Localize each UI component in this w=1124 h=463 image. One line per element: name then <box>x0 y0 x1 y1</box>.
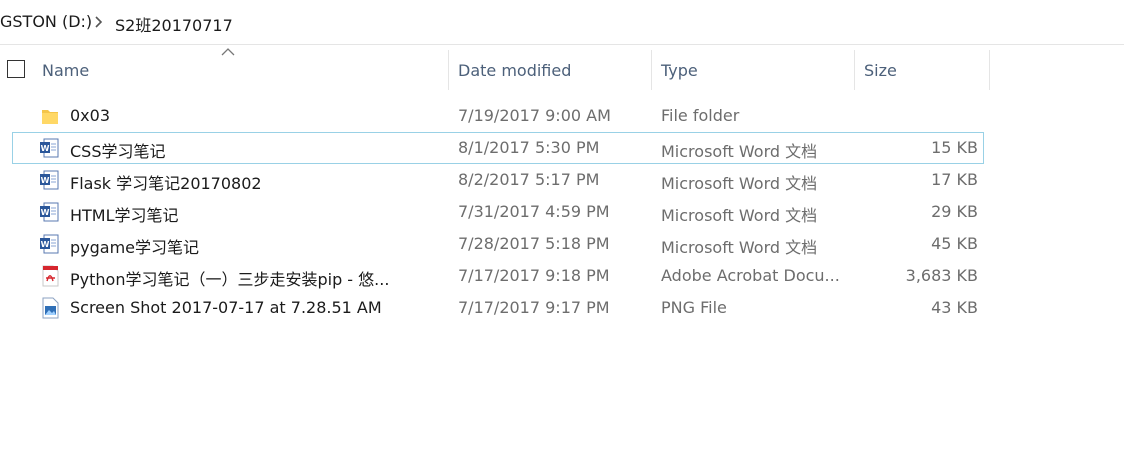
column-date-modified[interactable]: Date modified <box>449 46 651 90</box>
file-name: CSS学习笔记 <box>70 142 166 161</box>
chevron-right-icon[interactable] <box>92 14 106 30</box>
select-all-checkbox[interactable] <box>7 60 25 78</box>
file-row-selected[interactable]: W CSS学习笔记 8/1/2017 5:30 PM Microsoft Wor… <box>12 132 984 164</box>
folder-icon <box>42 110 58 124</box>
svg-text:W: W <box>41 208 50 217</box>
column-type[interactable]: Type <box>652 46 854 90</box>
file-type: Adobe Acrobat Docu... <box>661 266 840 285</box>
file-size: 45 KB <box>931 234 978 253</box>
svg-text:W: W <box>41 144 50 153</box>
word-doc-icon: W <box>40 170 59 190</box>
file-size: 17 KB <box>931 170 978 189</box>
word-doc-icon: W <box>40 202 59 222</box>
word-doc-icon: W <box>40 234 59 254</box>
file-row[interactable]: Screen Shot 2017-07-17 at 7.28.51 AM 7/1… <box>12 292 984 324</box>
file-date: 7/19/2017 9:00 AM <box>458 106 611 125</box>
column-size-label: Size <box>864 61 897 80</box>
file-type: PNG File <box>661 298 727 317</box>
column-type-label: Type <box>661 61 698 80</box>
file-name: pygame学习笔记 <box>70 238 200 257</box>
file-date: 7/17/2017 9:18 PM <box>458 266 610 285</box>
pdf-icon <box>42 265 59 287</box>
file-type: Microsoft Word 文档 <box>661 206 818 225</box>
file-row[interactable]: W Flask 学习笔记20170802 8/2/2017 5:17 PM Mi… <box>12 164 984 196</box>
breadcrumb-drive[interactable]: GSTON (D:) <box>0 12 92 31</box>
file-date: 7/17/2017 9:17 PM <box>458 298 610 317</box>
file-size: 29 KB <box>931 202 978 221</box>
file-date: 7/31/2017 4:59 PM <box>458 202 610 221</box>
file-row[interactable]: W pygame学习笔记 7/28/2017 5:18 PM Microsoft… <box>12 228 984 260</box>
file-type: Microsoft Word 文档 <box>661 142 818 161</box>
column-divider[interactable] <box>989 50 990 90</box>
file-name: HTML学习笔记 <box>70 206 179 225</box>
column-name[interactable]: Name <box>34 46 448 90</box>
file-row[interactable]: Python学习笔记（一）三步走安装pip - 悠... 7/17/2017 9… <box>12 260 984 292</box>
address-bar[interactable]: GSTON (D:) S2班20170717 <box>0 0 1124 45</box>
column-size[interactable]: Size <box>855 46 989 90</box>
word-doc-icon: W <box>40 138 59 158</box>
column-date-label: Date modified <box>458 61 572 80</box>
file-date: 7/28/2017 5:18 PM <box>458 234 610 253</box>
breadcrumb: GSTON (D:) S2班20170717 <box>0 8 1124 36</box>
file-row[interactable]: W HTML学习笔记 7/31/2017 4:59 PM Microsoft W… <box>12 196 984 228</box>
column-header: Name Date modified Type Size <box>0 46 1124 90</box>
file-name: Flask 学习笔记20170802 <box>70 174 262 193</box>
svg-text:W: W <box>41 176 50 185</box>
file-type: Microsoft Word 文档 <box>661 238 818 257</box>
file-date: 8/1/2017 5:30 PM <box>458 138 600 157</box>
file-name: Python学习笔记（一）三步走安装pip - 悠... <box>70 270 390 289</box>
breadcrumb-folder[interactable]: S2班20170717 <box>115 12 233 36</box>
file-type: File folder <box>661 106 740 125</box>
file-size: 3,683 KB <box>905 266 978 285</box>
file-size: 43 KB <box>931 298 978 317</box>
svg-text:W: W <box>41 240 50 249</box>
file-name: Screen Shot 2017-07-17 at 7.28.51 AM <box>70 298 382 317</box>
image-file-icon <box>42 297 59 319</box>
file-size: 15 KB <box>931 138 978 157</box>
file-type: Microsoft Word 文档 <box>661 174 818 193</box>
column-name-label: Name <box>42 61 90 80</box>
file-name: 0x03 <box>70 106 111 125</box>
file-row[interactable]: 0x03 7/19/2017 9:00 AM File folder <box>12 100 984 132</box>
file-date: 8/2/2017 5:17 PM <box>458 170 600 189</box>
